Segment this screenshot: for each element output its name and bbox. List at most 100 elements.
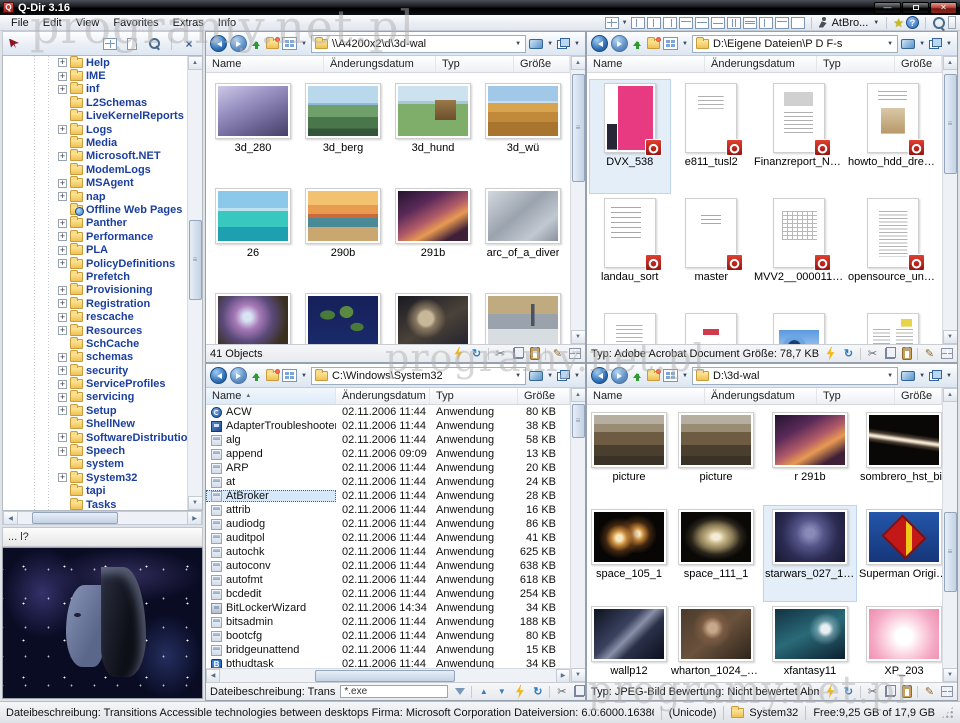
column-header-cell[interactable]: Änderungsdatum <box>336 388 430 404</box>
paste-icon[interactable] <box>902 347 912 360</box>
column-header-cell[interactable]: Größe <box>518 388 570 404</box>
file-thumbnail[interactable] <box>298 289 388 344</box>
scroll-down-icon[interactable]: ▼ <box>187 496 202 510</box>
tree-item[interactable]: SoftwareDistribution <box>3 430 187 444</box>
tree-item[interactable]: Prefetch <box>3 269 187 283</box>
file-thumbnail[interactable] <box>388 289 478 344</box>
scroll-up-icon[interactable]: ▲ <box>570 56 585 70</box>
tree-item[interactable]: System32 <box>3 470 187 484</box>
layout-button[interactable] <box>774 16 789 29</box>
column-header-cell[interactable]: Name <box>587 56 705 72</box>
file-thumbnail[interactable] <box>752 309 846 344</box>
chevron-down-icon[interactable]: ▼ <box>547 41 553 47</box>
column-header-cell[interactable]: Typ <box>430 388 518 404</box>
file-thumbnail[interactable]: wallp12 <box>589 602 669 682</box>
expand-toggle-icon[interactable] <box>58 178 67 188</box>
column-header-cell[interactable]: Name <box>587 388 705 404</box>
chevron-down-icon[interactable]: ▼ <box>919 41 925 47</box>
chevron-down-icon[interactable]: ▼ <box>301 373 307 379</box>
address-bar[interactable]: C:\Windows\System32 ▼ <box>310 366 527 385</box>
file-thumbnail[interactable] <box>671 309 753 344</box>
table-row[interactable]: BitLockerWizard 02.11.2006 14:34 Anwendu… <box>206 601 570 615</box>
file-thumbnail[interactable]: arc_of_a_diver <box>478 184 568 289</box>
column-header-cell[interactable]: Größe <box>895 56 942 72</box>
tree-item[interactable]: Microsoft.NET <box>3 149 187 163</box>
scroll-right-icon[interactable]: ▶ <box>187 511 202 525</box>
close-button[interactable]: ✕ <box>930 1 957 14</box>
menu-item[interactable]: Favorites <box>106 17 165 29</box>
expand-toggle-icon[interactable] <box>58 392 67 402</box>
chevron-down-icon[interactable]: ▼ <box>574 41 580 47</box>
menu-item[interactable]: Extras <box>166 17 211 29</box>
layout-button[interactable] <box>758 16 773 29</box>
file-thumbnail[interactable]: 3d_wü <box>478 79 568 184</box>
minimize-button[interactable]: — <box>874 1 901 14</box>
cut-icon[interactable]: ✂ <box>494 347 507 360</box>
table-row[interactable]: bitsadmin 02.11.2006 11:44 Anwendung 188… <box>206 615 570 629</box>
tree-item[interactable]: Logs <box>3 122 187 136</box>
scroll-down-icon[interactable]: ▼ <box>942 668 957 682</box>
file-thumbnail[interactable]: xfantasy11 <box>763 602 857 682</box>
monitor-icon[interactable] <box>529 38 544 49</box>
file-thumbnail[interactable] <box>589 309 671 344</box>
table-row[interactable]: ARP 02.11.2006 11:44 Anwendung 20 KB <box>206 461 570 475</box>
tree-item[interactable]: Provisioning <box>3 283 187 297</box>
column-header-cell[interactable]: Änderungsdatum <box>705 56 817 72</box>
table-row[interactable]: autofmt 02.11.2006 11:44 Anwendung 618 K… <box>206 573 570 587</box>
tree-item[interactable]: PolicyDefinitions <box>3 256 187 270</box>
quick-action-icon[interactable] <box>513 685 526 698</box>
scroll-down-icon[interactable]: ▼ <box>570 330 585 344</box>
layout-button[interactable] <box>790 16 805 29</box>
file-thumbnail[interactable]: space_111_1 <box>669 505 763 602</box>
column-header-cell[interactable]: Typ <box>817 388 895 404</box>
next-icon[interactable]: ▼ <box>495 685 508 698</box>
expand-toggle-icon[interactable] <box>58 326 67 335</box>
tree-item[interactable]: Speech <box>3 444 187 457</box>
expand-toggle-icon[interactable] <box>58 299 67 309</box>
refresh-icon[interactable]: ↻ <box>842 685 855 698</box>
copy-icon[interactable] <box>573 685 586 698</box>
menu-item[interactable]: Info <box>211 17 243 29</box>
refresh-icon[interactable]: ↻ <box>531 685 544 698</box>
chevron-down-icon[interactable]: ▼ <box>622 20 628 26</box>
address-bar[interactable]: \\A4200x2\d\3d-wal ▼ <box>310 34 527 53</box>
horizontal-scrollbar[interactable]: ◀ ▶ <box>206 668 570 682</box>
up-folder-icon[interactable] <box>631 369 644 383</box>
expand-toggle-icon[interactable] <box>58 406 67 416</box>
file-thumbnail[interactable] <box>478 289 568 344</box>
table-row[interactable]: AtBroker 02.11.2006 11:44 Anwendung 28 K… <box>206 489 570 503</box>
menu-item[interactable]: File <box>4 17 36 29</box>
expand-toggle-icon[interactable] <box>58 218 67 228</box>
scroll-up-icon[interactable]: ▲ <box>942 56 957 70</box>
tree-item[interactable]: nap <box>3 189 187 203</box>
table-row[interactable]: at 02.11.2006 11:44 Anwendung 24 KB <box>206 475 570 489</box>
table-row[interactable]: append 02.11.2006 09:09 Anwendung 13 KB <box>206 447 570 461</box>
column-header-cell[interactable]: Änderungsdatum <box>324 56 436 72</box>
forward-icon[interactable] <box>611 35 628 52</box>
expand-toggle-icon[interactable] <box>58 259 67 269</box>
layout-button[interactable] <box>630 16 645 29</box>
quick-action-icon[interactable] <box>824 685 837 698</box>
layout-button[interactable] <box>646 16 661 29</box>
overflow-button[interactable] <box>948 16 956 29</box>
magnifier-icon[interactable] <box>932 16 946 30</box>
address-bar[interactable]: D:\3d-wal ▼ <box>691 366 899 385</box>
scrollbar[interactable]: ▲ ▼ <box>942 388 957 682</box>
filter-icon[interactable] <box>453 685 466 698</box>
scroll-down-icon[interactable]: ▼ <box>570 668 585 682</box>
copy-icon[interactable] <box>884 347 897 360</box>
expand-toggle-icon[interactable] <box>58 71 67 81</box>
tree-item[interactable]: ServiceProfiles <box>3 377 187 390</box>
expand-toggle-icon[interactable] <box>58 379 67 389</box>
edit-icon[interactable]: ✎ <box>551 347 564 360</box>
chevron-down-icon[interactable]: ▼ <box>946 373 952 379</box>
resize-grip[interactable] <box>941 706 954 719</box>
file-thumbnail[interactable]: wharton_1024_768... <box>669 602 763 682</box>
chevron-down-icon[interactable]: ▼ <box>515 373 521 379</box>
scroll-up-icon[interactable]: ▲ <box>187 56 202 70</box>
expand-toggle-icon[interactable] <box>58 151 67 161</box>
tree-item[interactable]: schemas <box>3 350 187 364</box>
tree-item[interactable]: L2Schemas <box>3 95 187 109</box>
tree-item[interactable]: PLA <box>3 243 187 256</box>
file-thumbnail[interactable]: 3d_hund <box>388 79 478 184</box>
